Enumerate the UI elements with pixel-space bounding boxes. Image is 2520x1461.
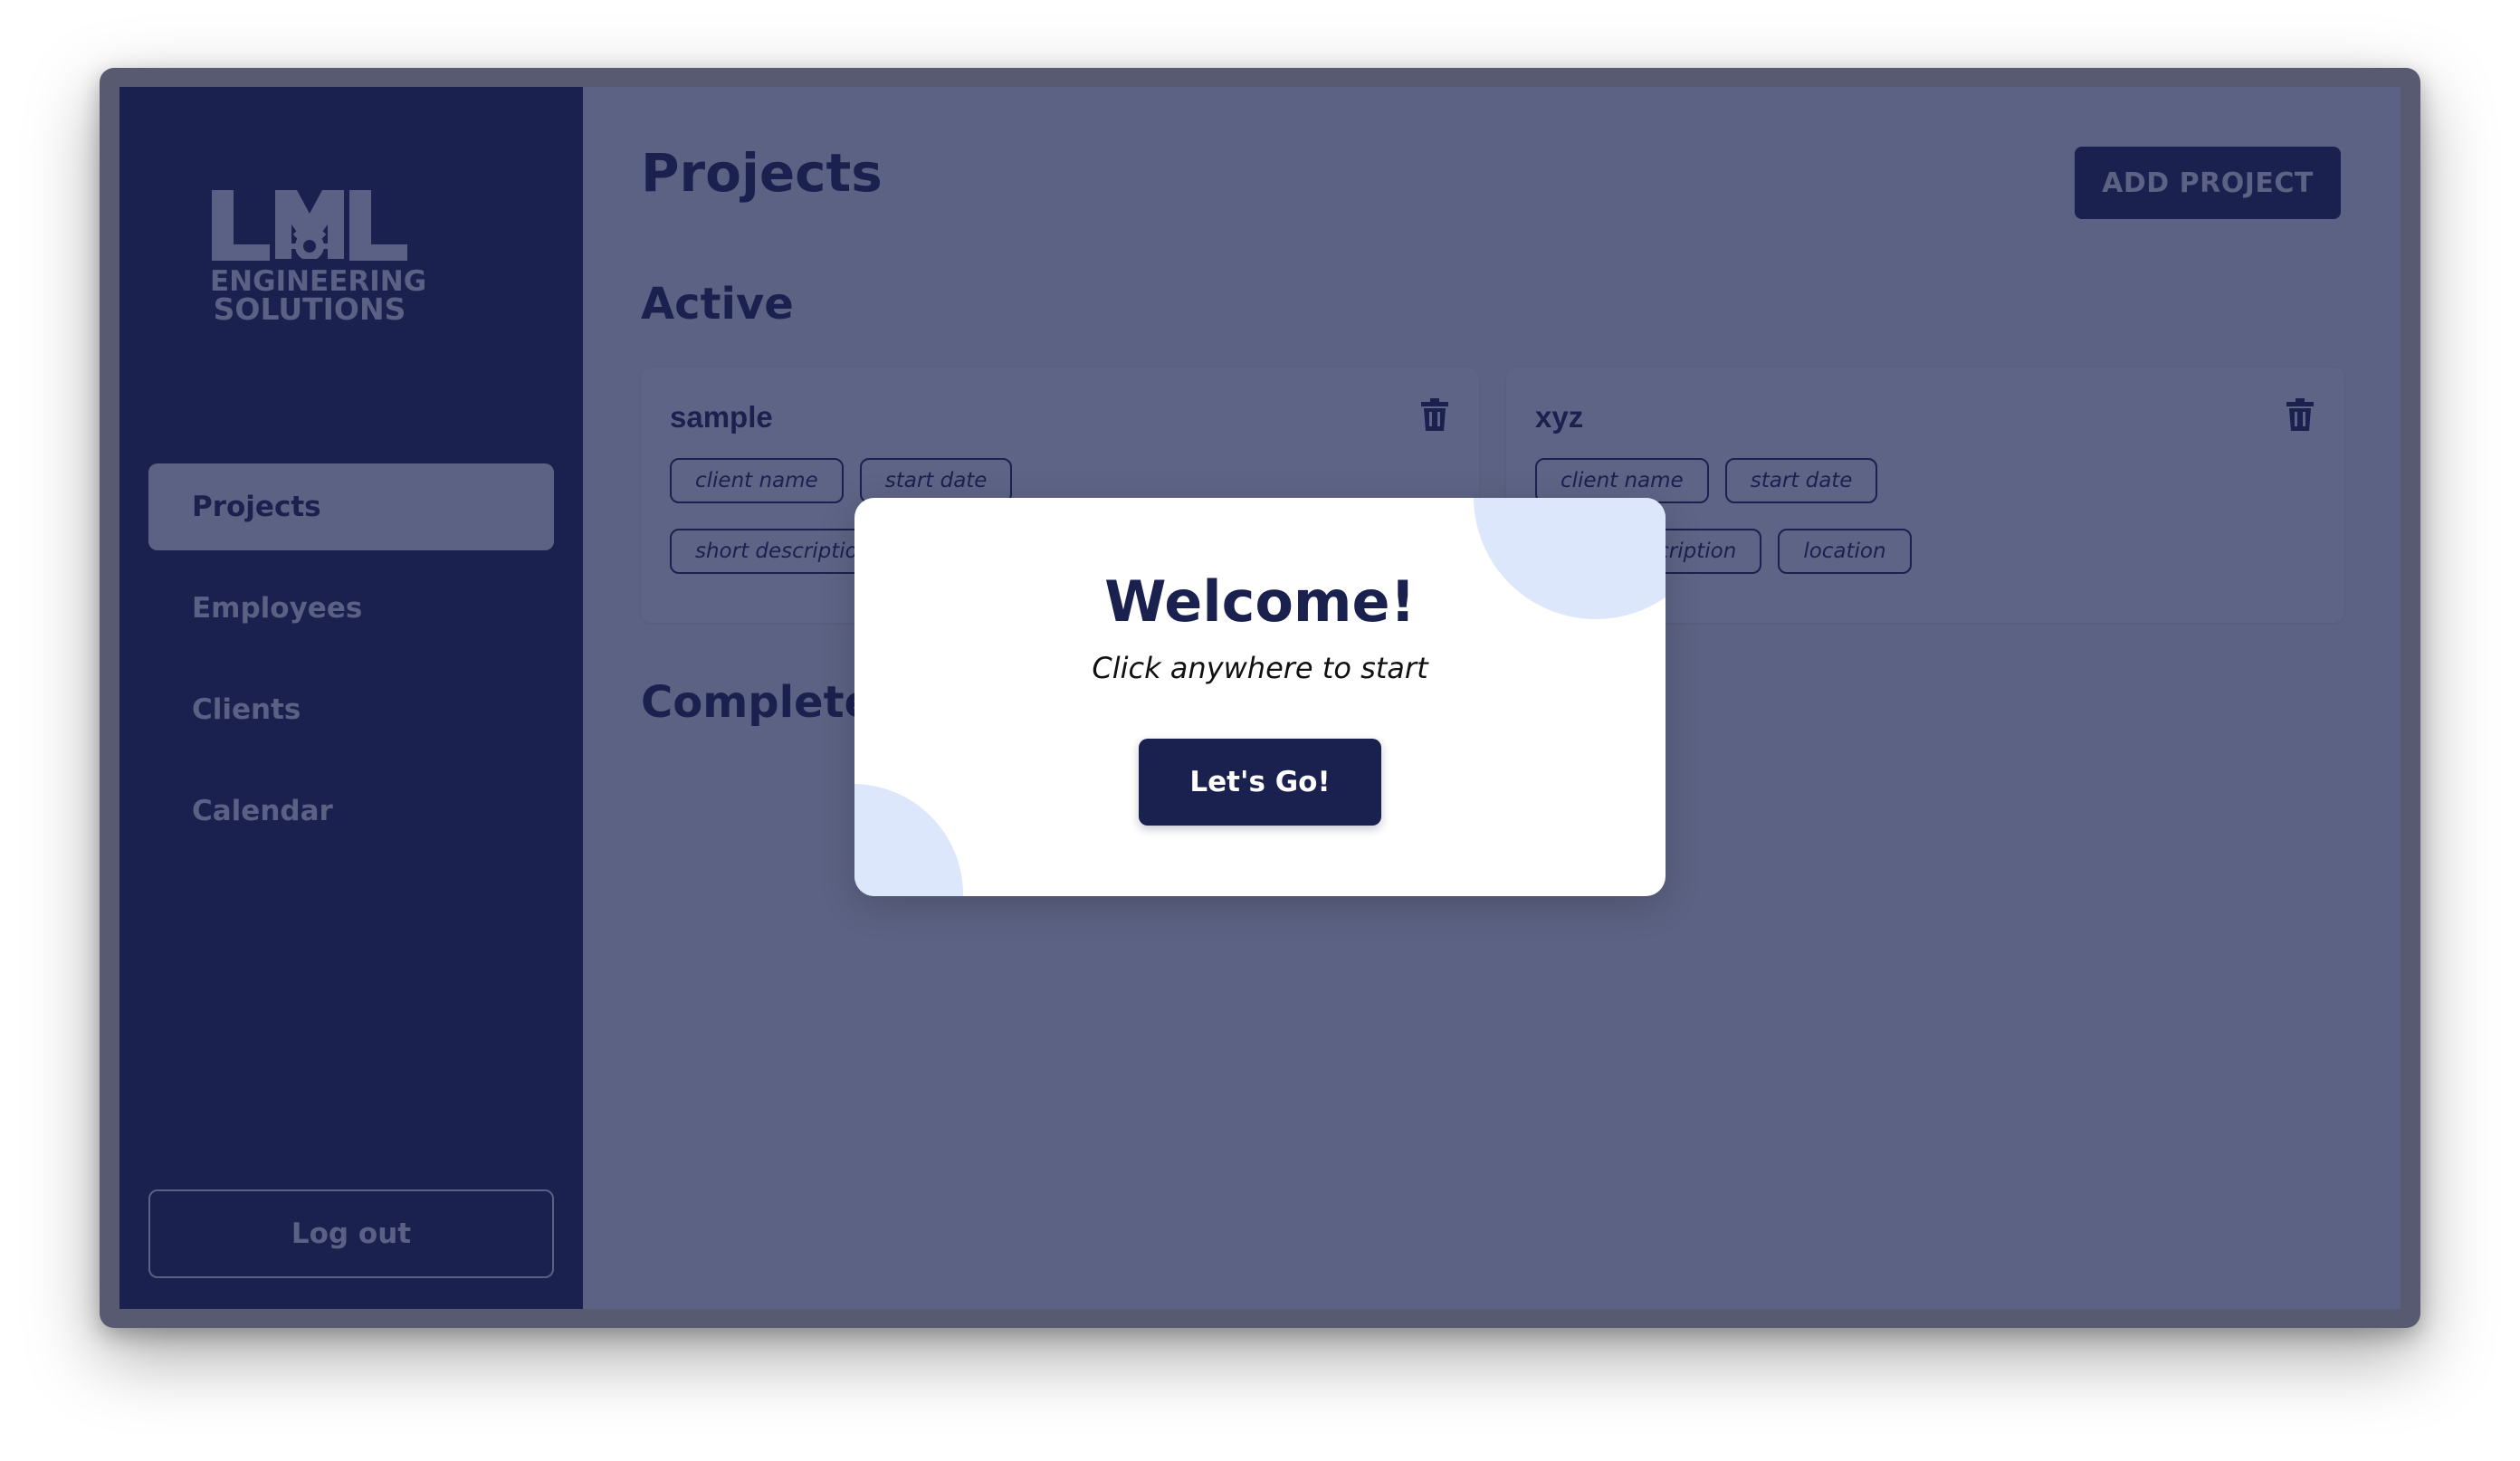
sidebar: ENGINEERING SOLUTIONS Projects Employees… [119,87,583,1309]
modal-title: Welcome! [1104,568,1416,635]
sidebar-nav: Projects Employees Clients Calendar [148,463,554,869]
sidebar-item-calendar[interactable]: Calendar [148,768,554,855]
logo-text-solutions: SOLUTIONS [213,291,406,327]
project-name: xyz [1535,400,1584,434]
decorative-blob [854,784,963,896]
sidebar-item-clients[interactable]: Clients [148,666,554,753]
tag-row: client name start date [670,458,1013,503]
logo-mark [212,190,407,263]
welcome-modal[interactable]: Welcome! Click anywhere to start Let's G… [854,498,1666,896]
lets-go-button[interactable]: Let's Go! [1139,739,1381,826]
active-heading: Active [641,279,794,329]
modal-subtitle: Click anywhere to start [1092,651,1428,685]
tag-client-name: client name [1535,458,1709,503]
tag-row: client name start date [1535,458,1878,503]
sidebar-item-label: Employees [192,592,363,625]
page-title: Projects [641,142,883,204]
tag-location: location [1778,529,1912,574]
sidebar-item-employees[interactable]: Employees [148,565,554,652]
trash-icon[interactable] [2286,398,2314,431]
sidebar-item-label: Projects [192,491,321,523]
project-name: sample [670,400,773,434]
screen: ENGINEERING SOLUTIONS Projects Employees… [0,0,2520,1461]
trash-icon[interactable] [1421,398,1448,431]
sidebar-item-label: Clients [192,693,301,726]
sidebar-item-projects[interactable]: Projects [148,463,554,550]
tag-start-date: start date [1724,458,1878,503]
sidebar-item-label: Calendar [192,795,333,827]
tag-start-date: start date [859,458,1013,503]
company-logo: ENGINEERING SOLUTIONS [210,188,426,327]
tag-client-name: client name [670,458,844,503]
logout-button[interactable]: Log out [148,1189,554,1278]
add-project-button[interactable]: ADD PROJECT [2075,147,2341,219]
